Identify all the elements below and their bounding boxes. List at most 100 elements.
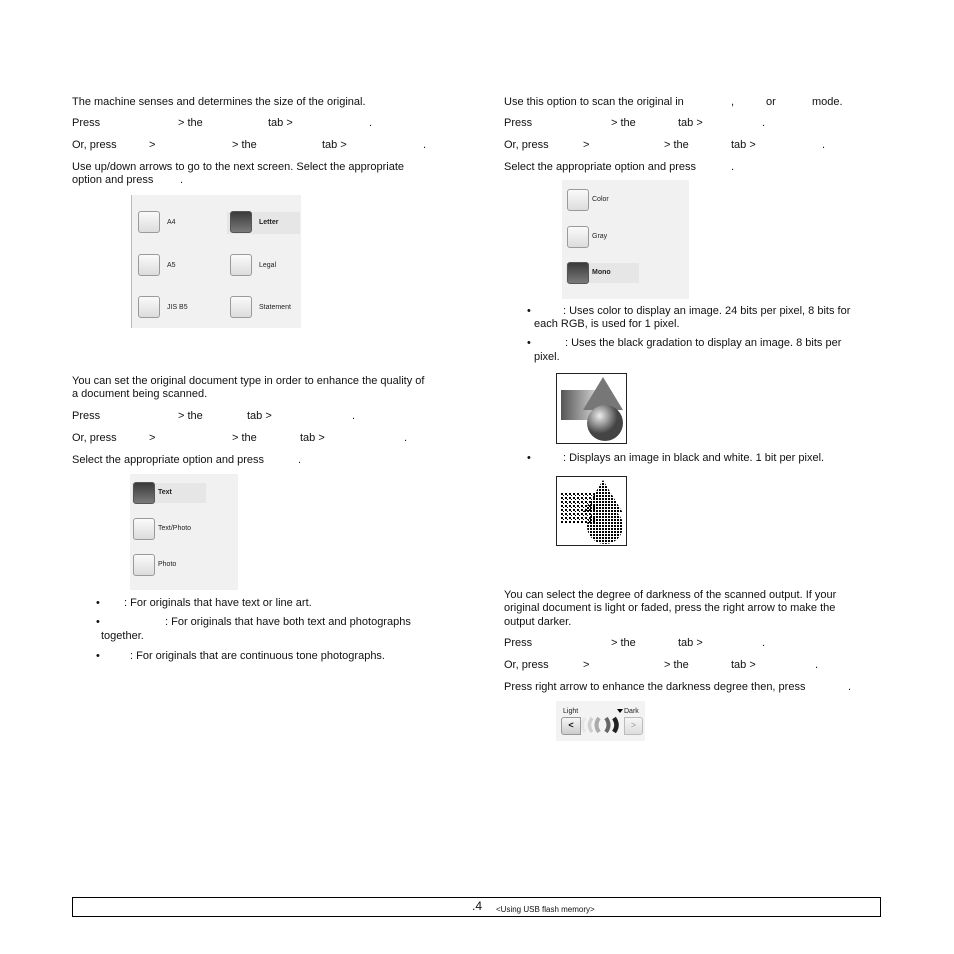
option-jisb5-button[interactable] [138, 296, 160, 318]
or-press-text: Or, press [72, 139, 117, 151]
bullet: • [527, 337, 531, 349]
option-a5-button[interactable] [138, 254, 160, 276]
press-text: . [352, 410, 356, 422]
color-options-panel: Color Gray Mono [562, 180, 689, 299]
bullet-text: pixel. [534, 351, 560, 363]
press-text: . [762, 637, 766, 649]
instruction: Press right arrow to enhance the darknes… [504, 681, 806, 693]
press-text: > the [611, 637, 636, 649]
option-text-button[interactable] [133, 482, 155, 504]
option-text-photo-button[interactable] [133, 518, 155, 540]
bullet-text: : Displays an image in black and white. … [563, 452, 825, 464]
instruction: option and press [72, 174, 154, 186]
instruction: Select the appropriate option and press [72, 454, 265, 466]
option-label: Gray [592, 233, 608, 240]
or-press-text: > [583, 139, 590, 151]
bullet-text: each RGB, is used for 1 pixel. [534, 318, 680, 330]
or-press-text: > [149, 139, 156, 151]
or-press-text: > the [664, 659, 689, 671]
type-intro: You can set the original document type i… [72, 375, 425, 387]
size-intro: The machine senses and determines the si… [72, 96, 366, 108]
press-text: tab > [678, 637, 703, 649]
instruction: Use up/down arrows to go to the next scr… [72, 161, 405, 173]
option-label: A4 [167, 219, 176, 226]
press-text: Press [72, 117, 101, 129]
or-press-text: tab > [300, 432, 325, 444]
or-press-text: > [149, 432, 156, 444]
darkness-intro: original document is light or faded, pre… [504, 602, 836, 614]
page-number: .4 [472, 899, 483, 913]
press-text: tab > [268, 117, 293, 129]
chapter-title: <Using USB flash memory> [496, 905, 595, 914]
bullet: • [527, 452, 531, 464]
bullet: • [96, 597, 100, 609]
press-text: Press [504, 117, 533, 129]
option-label: Text/Photo [158, 525, 192, 532]
or-press-text: . [815, 659, 819, 671]
option-a4-button[interactable] [138, 211, 160, 233]
or-press-text: Or, press [72, 432, 117, 444]
instruction: . [731, 161, 735, 173]
size-options-panel: A4 Letter A5 Legal JIS B5 Statement [131, 195, 301, 328]
option-label: Photo [158, 561, 177, 568]
option-statement-button[interactable] [230, 296, 252, 318]
darkness-level-bars-icon [581, 716, 619, 734]
color-intro: mode. [812, 96, 843, 108]
type-options-panel: Text Text/Photo Photo [130, 474, 238, 590]
option-mono-button[interactable] [567, 262, 589, 284]
or-press-text: tab > [731, 659, 756, 671]
press-text: > the [178, 410, 203, 422]
level-marker-icon [617, 709, 623, 713]
option-legal-button[interactable] [230, 254, 252, 276]
bullet: • [527, 305, 531, 317]
or-press-text: . [404, 432, 408, 444]
option-label: Color [592, 196, 609, 203]
or-press-text: . [423, 139, 427, 151]
option-label: Text [158, 489, 172, 496]
option-label: Legal [259, 262, 277, 269]
option-letter-button[interactable] [230, 211, 252, 233]
press-text: . [369, 117, 373, 129]
option-label: Mono [592, 269, 611, 276]
or-press-text: . [822, 139, 826, 151]
bullet-text: : For originals that are continuous tone… [130, 650, 385, 662]
light-label: Light [563, 708, 579, 715]
or-press-text: tab > [322, 139, 347, 151]
press-text: Press [504, 637, 533, 649]
press-text: > the [178, 117, 203, 129]
option-color-button[interactable] [567, 189, 589, 211]
page-footer: .4 <Using USB flash memory> [72, 897, 881, 917]
mono-sample-image [556, 476, 627, 546]
press-text: tab > [678, 117, 703, 129]
color-intro: or [766, 96, 776, 108]
bullet-text: : For originals that have both text and … [165, 616, 411, 628]
option-label: Letter [259, 219, 279, 226]
option-label: JIS B5 [167, 304, 188, 311]
or-press-text: > the [232, 432, 257, 444]
bullet-text: : For originals that have text or line a… [124, 597, 312, 609]
instruction: . [180, 174, 184, 186]
press-text: > the [611, 117, 636, 129]
color-intro: Use this option to scan the original in [504, 96, 684, 108]
or-press-text: > the [664, 139, 689, 151]
bullet: • [96, 650, 100, 662]
instruction: Select the appropriate option and press [504, 161, 697, 173]
increase-arrow-button[interactable]: > [624, 717, 643, 735]
press-text: tab > [247, 410, 272, 422]
or-press-text: > the [232, 139, 257, 151]
bullet-text: : Uses color to display an image. 24 bit… [563, 305, 851, 317]
option-label: A5 [167, 262, 176, 269]
option-photo-button[interactable] [133, 554, 155, 576]
decrease-arrow-button[interactable]: < [561, 717, 581, 735]
bullet-text: together. [101, 630, 144, 642]
bullet-text: : Uses the black gradation to display an… [565, 337, 842, 349]
option-label: Statement [259, 304, 291, 311]
bullet: • [96, 616, 100, 628]
dark-label: Dark [624, 708, 639, 715]
type-intro: a document being scanned. [72, 388, 208, 400]
option-gray-button[interactable] [567, 226, 589, 248]
or-press-text: > [583, 659, 590, 671]
or-press-text: tab > [731, 139, 756, 151]
darkness-slider: Light Dark < > [556, 701, 645, 741]
darkness-intro: output darker. [504, 616, 572, 628]
